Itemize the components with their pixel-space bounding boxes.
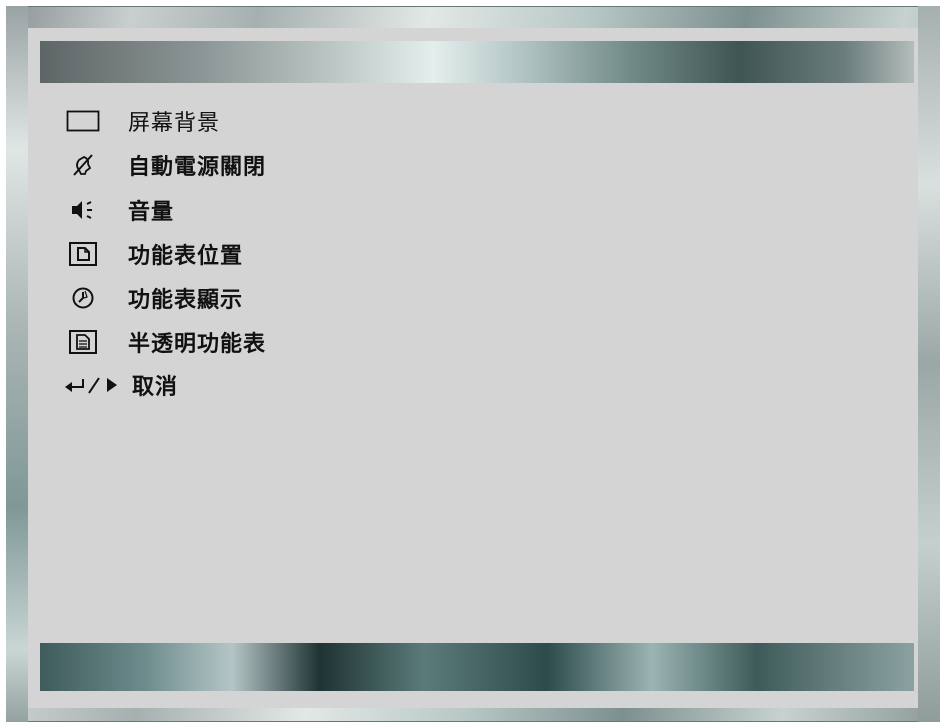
frame-right-edge xyxy=(918,6,940,722)
menu-item-auto-power-off[interactable]: 自動電源關閉 xyxy=(62,147,322,183)
menu-item-translucent-menu[interactable]: 半透明功能表 xyxy=(62,324,322,360)
volume-icon xyxy=(62,196,104,224)
menu-item-label: 屏幕背景 xyxy=(128,111,221,136)
menu-display-timer-icon xyxy=(62,284,104,312)
menu-item-label: 取消 xyxy=(132,375,179,400)
menu-item-cancel[interactable]: 取消 xyxy=(62,367,322,403)
header-band xyxy=(40,41,914,83)
enter-right-icon xyxy=(62,371,126,399)
menu-item-label: 功能表顯示 xyxy=(128,288,244,313)
menu-item-volume[interactable]: 音量 xyxy=(62,192,322,228)
menu-item-screen-background[interactable]: 屏幕背景 xyxy=(62,103,322,139)
screen-background-icon xyxy=(62,107,104,135)
frame-left-edge xyxy=(6,6,28,722)
translucent-menu-icon xyxy=(62,328,104,356)
menu-item-label: 半透明功能表 xyxy=(128,332,267,357)
menu-item-label: 音量 xyxy=(128,200,175,225)
footer-band xyxy=(40,643,914,691)
menu-item-menu-display[interactable]: 功能表顯示 xyxy=(62,280,322,316)
menu-item-label: 自動電源關閉 xyxy=(128,155,267,180)
menu-item-menu-position[interactable]: 功能表位置 xyxy=(62,236,322,272)
menu-item-label: 功能表位置 xyxy=(128,244,244,269)
menu-position-icon xyxy=(62,240,104,268)
auto-power-off-icon xyxy=(62,151,104,179)
